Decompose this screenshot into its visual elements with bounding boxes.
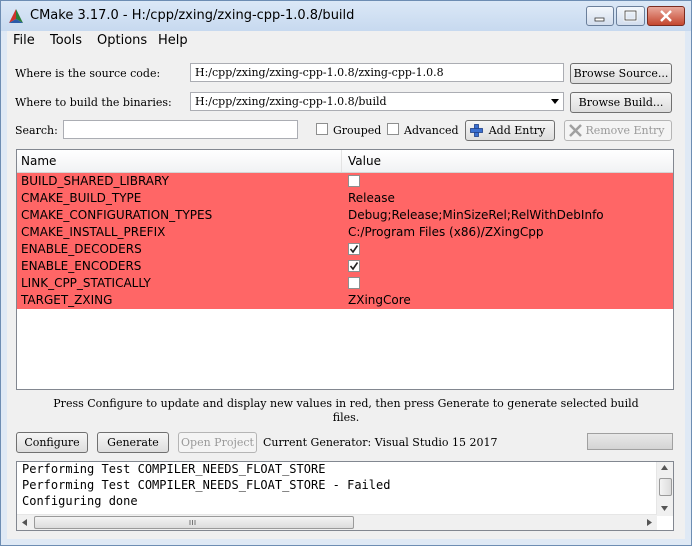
cmake-window: CMake 3.17.0 - H:/cpp/zxing/zxing-cpp-1.… [0,0,692,546]
row-name: CMAKE_BUILD_TYPE [21,191,142,205]
row-value[interactable]: ZXingCore [348,293,411,307]
close-button[interactable] [647,6,685,26]
browse-build-button[interactable]: Browse Build... [570,92,672,113]
client-area: File Tools Options Help Where is the sou… [7,31,685,539]
maximize-icon [623,9,638,22]
scroll-down-icon[interactable] [661,506,668,511]
column-header-name[interactable]: Name [21,154,56,168]
log-line: Configuring done [22,494,138,508]
build-label: Where to build the binaries: [15,96,172,109]
row-name: BUILD_SHARED_LIBRARY [21,174,169,188]
table-header: Name Value [17,150,673,173]
table-row[interactable]: LINK_CPP_STATICALLY [17,275,673,292]
progress-bar [587,433,673,450]
remove-icon [569,124,582,137]
title-bar: CMake 3.17.0 - H:/cpp/zxing/zxing-cpp-1.… [1,1,691,31]
table-row[interactable]: CMAKE_INSTALL_PREFIX C:/Program Files (x8… [17,224,673,241]
source-label: Where is the source code: [15,67,161,80]
column-divider[interactable] [341,150,342,172]
status-line-2: files. [332,411,360,424]
grip-icon [189,520,196,525]
row-value-checkbox[interactable] [348,277,360,289]
menu-options[interactable]: Options [97,33,147,48]
source-path-field[interactable]: H:/cpp/zxing/zxing-cpp-1.0.8/zxing-cpp-1… [190,63,564,82]
row-name: TARGET_ZXING [21,293,113,307]
table-row[interactable]: BUILD_SHARED_LIBRARY [17,173,673,190]
close-icon [660,10,672,22]
row-name: ENABLE_ENCODERS [21,259,142,273]
scroll-right-icon[interactable] [647,519,652,526]
remove-entry-button[interactable]: Remove Entry [564,120,672,141]
window-title: CMake 3.17.0 - H:/cpp/zxing/zxing-cpp-1.… [30,8,355,23]
table-row[interactable]: ENABLE_DECODERS [17,241,673,258]
log-horizontal-scrollbar[interactable] [17,514,657,530]
menu-bar: File Tools Options Help [7,31,685,51]
status-line-1: Press Configure to update and display ne… [53,397,639,410]
grouped-checkbox[interactable] [316,123,328,135]
log-line: Performing Test COMPILER_NEEDS_FLOAT_STO… [22,478,391,492]
log-vertical-thumb[interactable] [659,478,672,496]
column-header-value[interactable]: Value [348,154,381,168]
cmake-logo-icon [9,9,23,23]
table-row[interactable]: TARGET_ZXING ZXingCore [17,292,673,309]
table-row[interactable]: ENABLE_ENCODERS [17,258,673,275]
scroll-up-icon[interactable] [661,465,668,470]
configure-button[interactable]: Configure [16,432,88,453]
row-value[interactable]: C:/Program Files (x86)/ZXingCpp [348,225,543,239]
generate-button[interactable]: Generate [97,432,169,453]
cache-table: Name Value BUILD_SHARED_LIBRARY CMAKE_BUI… [16,149,674,390]
output-log[interactable]: Performing Test COMPILER_NEEDS_FLOAT_STO… [16,461,674,531]
remove-entry-label: Remove Entry [585,124,665,137]
menu-file[interactable]: File [13,33,35,48]
row-value-checkbox[interactable] [348,260,360,272]
scroll-left-icon[interactable] [22,519,27,526]
grouped-label: Grouped [333,124,382,137]
maximize-button[interactable] [616,6,645,26]
build-path-combo[interactable]: H:/cpp/zxing/zxing-cpp-1.0.8/build [190,92,564,111]
row-name: CMAKE_INSTALL_PREFIX [21,225,166,239]
add-entry-button[interactable]: Add Entry [465,120,555,141]
row-value-checkbox[interactable] [348,243,360,255]
browse-source-button[interactable]: Browse Source... [570,63,672,84]
minimize-button[interactable] [586,6,614,26]
current-generator-text: Current Generator: Visual Studio 15 2017 [263,436,498,449]
build-path-value: H:/cpp/zxing/zxing-cpp-1.0.8/build [195,95,387,108]
table-row[interactable]: CMAKE_BUILD_TYPE Release [17,190,673,207]
search-label: Search: [15,124,58,137]
log-vertical-scrollbar[interactable] [656,462,673,516]
row-value[interactable]: Debug;Release;MinSizeRel;RelWithDebInfo [348,208,604,222]
minimize-icon [594,17,605,22]
log-horizontal-thumb[interactable] [34,516,354,529]
chevron-down-icon[interactable] [551,99,559,104]
checkmark-icon [349,262,359,271]
checkmark-icon [349,245,359,254]
row-name: ENABLE_DECODERS [21,242,142,256]
open-project-button[interactable]: Open Project [178,432,257,453]
menu-help[interactable]: Help [158,33,188,48]
menu-tools[interactable]: Tools [50,33,82,48]
row-name: CMAKE_CONFIGURATION_TYPES [21,208,213,222]
add-icon [470,124,483,137]
table-row[interactable]: CMAKE_CONFIGURATION_TYPES Debug;Release;M… [17,207,673,224]
log-line: Performing Test COMPILER_NEEDS_FLOAT_STO… [22,462,326,476]
advanced-label: Advanced [404,124,459,137]
search-input[interactable] [63,120,298,139]
row-value[interactable]: Release [348,191,395,205]
row-name: LINK_CPP_STATICALLY [21,276,151,290]
row-value-checkbox[interactable] [348,175,360,187]
advanced-checkbox[interactable] [387,123,399,135]
add-entry-label: Add Entry [488,124,546,137]
